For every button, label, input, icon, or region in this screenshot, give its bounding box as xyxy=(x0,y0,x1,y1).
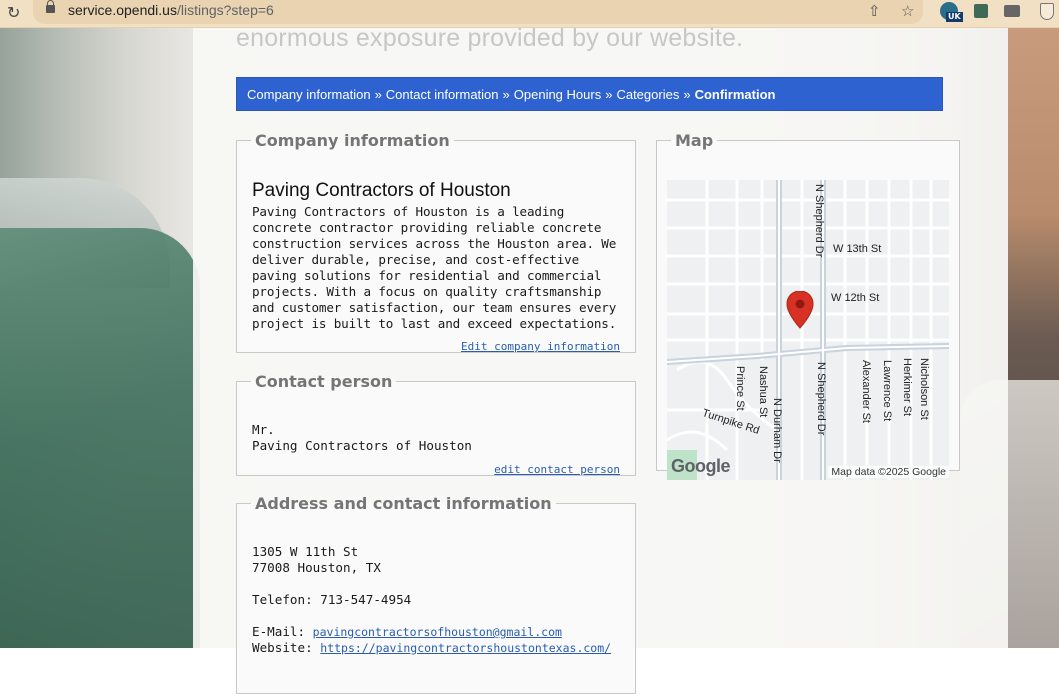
company-name: Paving Contractors of Houston xyxy=(252,180,511,201)
contact-name: Paving Contractors of Houston xyxy=(252,438,472,453)
map-label-w13: W 13th St xyxy=(833,243,882,255)
address-details: 1305 W 11th St 77008 Houston, TX Telefon… xyxy=(252,544,611,656)
map-label-nashua: Nashua St xyxy=(757,366,769,418)
shield-extension-icon[interactable] xyxy=(1040,3,1054,20)
map-label-nicholson: Nicholson St xyxy=(918,358,930,420)
main-content: enormous exposure provided by our websit… xyxy=(193,24,1008,694)
bookmark-star-icon[interactable]: ☆ xyxy=(901,2,914,20)
camera-extension-icon[interactable] xyxy=(1004,5,1020,17)
map-marker-icon[interactable] xyxy=(786,291,814,329)
contact-person-box: Contact person Mr. Paving Contractors of… xyxy=(236,372,636,476)
phone-label: Telefon: xyxy=(252,592,313,607)
url-text[interactable]: service.opendi.us/listings?step=6 xyxy=(68,2,274,18)
phone-line: Telefon: 713-547-4954 xyxy=(252,592,611,608)
website-line: Website: https://pavingcontractorshousto… xyxy=(252,640,611,656)
phone-number: 713-547-4954 xyxy=(320,592,412,607)
map-view[interactable]: N Shepherd Dr W 13th St W 12th St Prince… xyxy=(667,180,949,480)
address-city: 77008 Houston, TX xyxy=(252,560,381,575)
map-attribution[interactable]: Map data ©2025 Google xyxy=(828,466,949,478)
contact-salutation: Mr. xyxy=(252,422,275,437)
email-label: E-Mail: xyxy=(252,624,306,639)
contact-person-legend: Contact person xyxy=(255,372,393,391)
breadcrumb-separator: » xyxy=(605,87,613,102)
email-link[interactable]: pavingcontractorsofhouston@gmail.com xyxy=(313,625,562,639)
breadcrumb-separator: » xyxy=(502,87,510,102)
contact-person-details: Mr. Paving Contractors of Houston xyxy=(252,422,472,454)
lock-icon[interactable] xyxy=(46,0,55,13)
map-label-n-shepherd-top: N Shepherd Dr xyxy=(813,184,825,258)
map-box: Map N Shepherd Dr W 13th St W 12th St Pr… xyxy=(656,131,960,480)
edit-company-information-link[interactable]: Edit company information xyxy=(461,340,620,353)
map-legend: Map xyxy=(675,131,714,150)
breadcrumb-separator: » xyxy=(683,87,691,102)
book-extension-icon[interactable] xyxy=(974,4,988,18)
map-label-prince: Prince St xyxy=(734,366,746,411)
background-car xyxy=(0,228,200,648)
globe-extension-icon[interactable]: UK xyxy=(940,2,963,22)
breadcrumb-contact-information[interactable]: Contact information xyxy=(386,87,499,102)
breadcrumb-categories[interactable]: Categories xyxy=(616,87,679,102)
breadcrumb-confirmation: Confirmation xyxy=(694,87,776,102)
breadcrumb-opening-hours[interactable]: Opening Hours xyxy=(514,87,601,102)
breadcrumb: Company information» Contact information»… xyxy=(236,77,943,111)
google-logo[interactable]: Google xyxy=(671,456,731,477)
company-description: Paving Contractors of Houston is a leadi… xyxy=(252,204,617,331)
map-label-n-shepherd-bottom: N Shepherd Dr xyxy=(815,362,827,436)
share-icon[interactable]: ⇧ xyxy=(868,2,881,20)
hero-text: enormous exposure provided by our websit… xyxy=(236,24,744,52)
map-label-lawrence: Lawrence St xyxy=(881,360,893,422)
address-contact-box: Address and contact information 1305 W 1… xyxy=(236,494,636,694)
url-host: service.opendi.us xyxy=(68,2,177,18)
company-information-legend: Company information xyxy=(255,131,450,150)
breadcrumb-company-information[interactable]: Company information xyxy=(247,87,371,102)
map-roads xyxy=(667,180,949,480)
map-label-n-durham: N Durham Dr xyxy=(771,398,783,463)
map-label-alexander: Alexander St xyxy=(860,360,872,423)
extension-badge: UK xyxy=(946,12,963,22)
company-information-box: Company information Paving Contractors o… xyxy=(236,131,636,353)
reload-icon[interactable]: ↻ xyxy=(7,3,20,23)
email-line: E-Mail: pavingcontractorsofhouston@gmail… xyxy=(252,624,611,640)
map-label-w12: W 12th St xyxy=(831,292,880,304)
address-contact-legend: Address and contact information xyxy=(255,494,552,513)
address-bar[interactable]: service.opendi.us/listings?step=6 ⇧ ☆ xyxy=(33,0,923,24)
map-label-herkimer: Herkimer St xyxy=(901,358,913,417)
breadcrumb-separator: » xyxy=(374,87,382,102)
website-link[interactable]: https://pavingcontractorshoustontexas.co… xyxy=(320,641,611,655)
url-path: /listings?step=6 xyxy=(176,2,274,18)
edit-contact-person-link[interactable]: edit contact person xyxy=(494,463,620,476)
address-street: 1305 W 11th St xyxy=(252,544,359,559)
